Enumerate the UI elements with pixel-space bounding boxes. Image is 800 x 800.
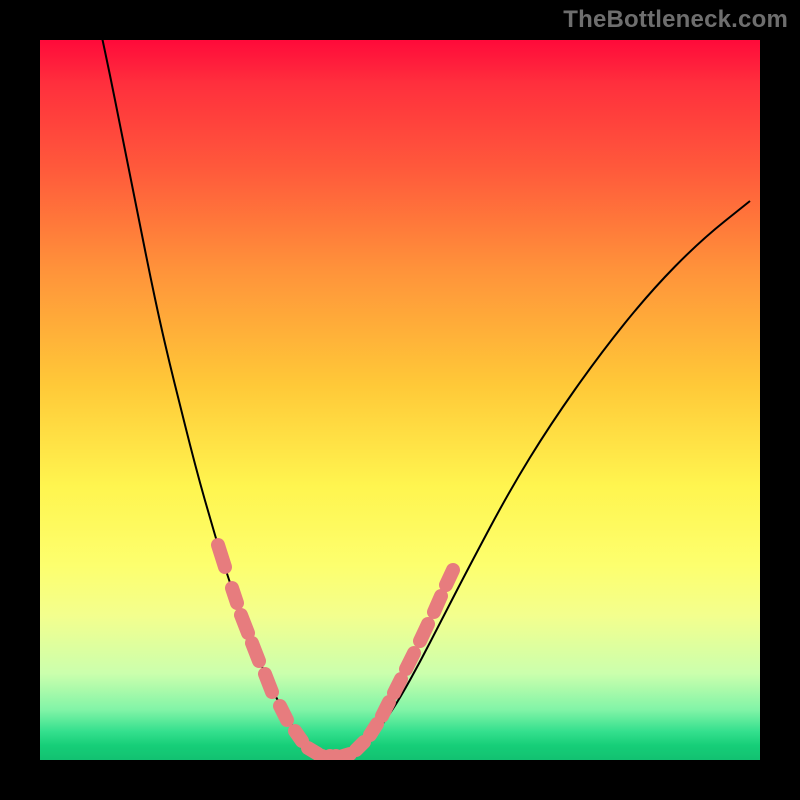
highlight-markers-right — [340, 570, 453, 757]
curve-svg — [40, 40, 760, 760]
highlight-pill — [382, 702, 389, 716]
highlight-pill — [370, 724, 377, 735]
highlight-pill — [280, 706, 287, 720]
highlight-pill — [394, 679, 401, 693]
highlight-pill — [356, 742, 364, 750]
highlight-pill — [232, 588, 237, 603]
plot-area — [40, 40, 760, 760]
watermark-text: TheBottleneck.com — [563, 6, 788, 34]
highlight-pill — [218, 545, 225, 567]
highlight-markers-bottom — [315, 749, 343, 760]
bottleneck-curve — [100, 40, 750, 758]
highlight-pill — [406, 653, 414, 669]
highlight-pill — [265, 674, 272, 692]
highlight-pill — [420, 624, 428, 641]
highlight-pill — [434, 596, 441, 612]
highlight-pill — [295, 731, 302, 741]
highlight-pill — [446, 570, 453, 585]
highlight-pill — [252, 643, 259, 661]
highlight-pill — [241, 615, 248, 633]
highlight-markers-left — [218, 545, 318, 754]
chart-frame: TheBottleneck.com — [0, 0, 800, 800]
